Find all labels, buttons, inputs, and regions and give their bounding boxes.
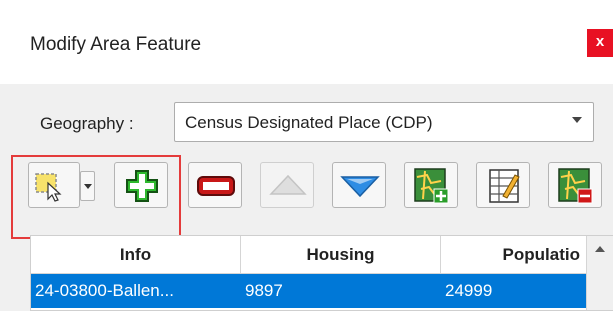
edit-attributes-icon: [489, 169, 520, 203]
geography-label: Geography :: [40, 114, 134, 133]
modify-area-feature-dialog: Modify Area Feature x Geography : Census…: [0, 0, 613, 311]
features-table: Info Housing Populatio 24-03800-Ballen..…: [30, 235, 613, 311]
remove-map-layer-icon: [558, 168, 593, 204]
title-bar: Modify Area Feature x: [0, 0, 613, 84]
column-header-population[interactable]: Populatio: [441, 236, 586, 274]
cell-population: 24999: [445, 281, 493, 300]
cell-housing: 9897: [245, 281, 283, 300]
close-button[interactable]: x: [587, 29, 613, 57]
move-up-icon: [269, 174, 307, 195]
scroll-up-arrow-icon[interactable]: [594, 244, 606, 254]
move-down-icon: [340, 176, 380, 198]
column-header-housing[interactable]: Housing: [241, 236, 441, 274]
table-row[interactable]: 24-03800-Ballen... 9897 24999: [31, 274, 586, 308]
toolbar-highlight-box: [11, 155, 181, 239]
geography-selected-value: Census Designated Place (CDP): [185, 113, 433, 132]
table-header: Info Housing Populatio: [31, 236, 586, 274]
remove-icon: [197, 176, 235, 196]
move-down-button[interactable]: [332, 162, 386, 208]
geography-dropdown[interactable]: Census Designated Place (CDP): [174, 102, 594, 142]
remove-feature-button[interactable]: [188, 162, 242, 208]
column-header-info[interactable]: Info: [31, 236, 241, 274]
edit-attributes-button[interactable]: [476, 162, 530, 208]
dialog-title: Modify Area Feature: [30, 34, 202, 55]
cell-info: 24-03800-Ballen...: [35, 281, 174, 300]
remove-map-layer-button[interactable]: [548, 162, 602, 208]
move-up-button[interactable]: [260, 162, 314, 208]
vertical-scrollbar[interactable]: [586, 236, 613, 310]
chevron-down-icon: [572, 117, 582, 123]
add-map-layer-button[interactable]: [404, 162, 458, 208]
add-map-layer-icon: [414, 168, 449, 204]
